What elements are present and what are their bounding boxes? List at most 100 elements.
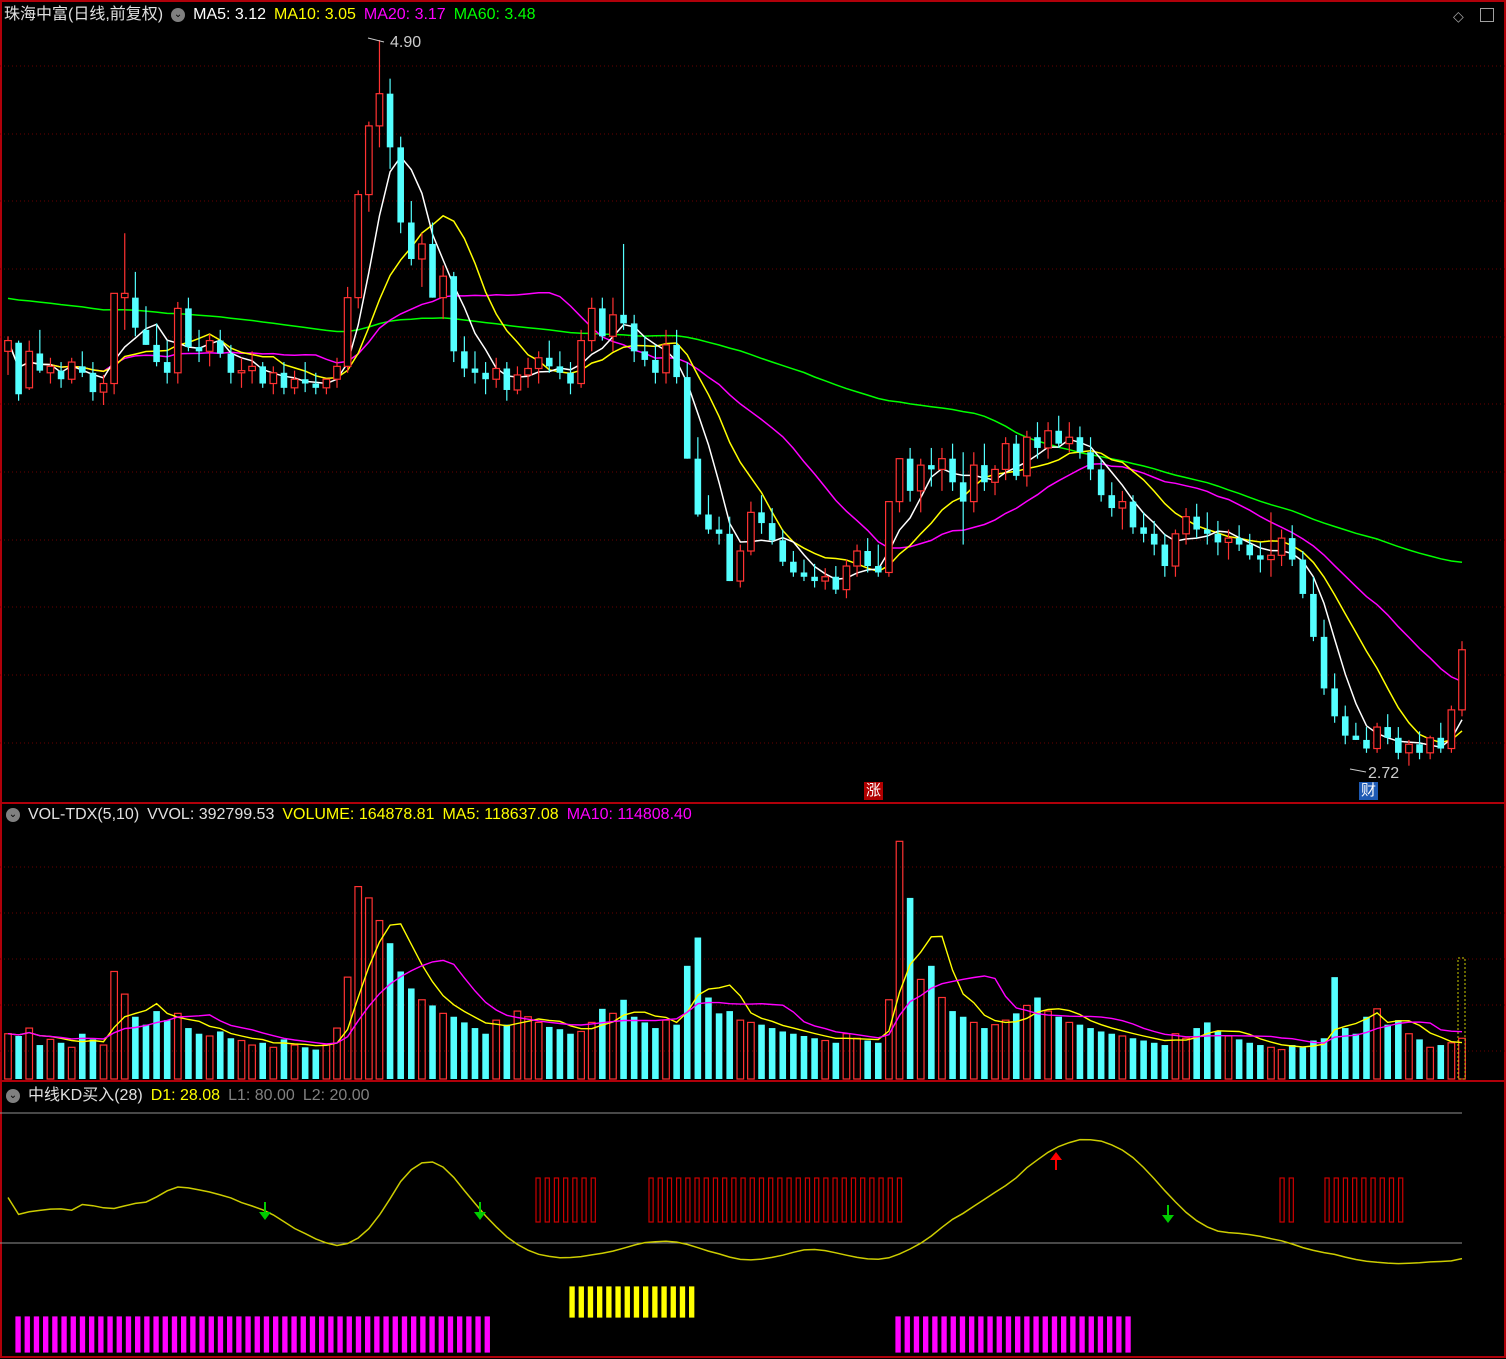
signal-bar-magenta [79, 1316, 86, 1353]
candle-body [461, 351, 468, 369]
signal-bar-magenta [300, 1316, 306, 1353]
volume-bar [333, 1027, 341, 1080]
candle [163, 340, 171, 384]
signal-bar-magenta [1097, 1316, 1104, 1353]
candle-body [895, 458, 904, 503]
candle-body [991, 468, 999, 483]
candle-body [1182, 516, 1190, 535]
candle-body [1341, 716, 1349, 736]
zhang-tag[interactable]: 涨 [864, 782, 884, 800]
signal-bar-red [562, 1177, 569, 1223]
candle-body [630, 323, 638, 352]
volume-bar [832, 1042, 840, 1079]
signal-bar-magenta [98, 1316, 104, 1353]
maximize-icon[interactable] [1480, 8, 1494, 22]
candle [1118, 490, 1127, 530]
signal-bar-red [731, 1177, 737, 1223]
signal-bar-magenta [904, 1316, 910, 1353]
candle [1310, 576, 1317, 642]
candle [1161, 533, 1169, 577]
signal-bar-red [1351, 1177, 1358, 1223]
signal-bar-red [1324, 1177, 1330, 1223]
candle-body [1108, 495, 1116, 509]
signal-bar-yellow [633, 1286, 640, 1318]
candle [758, 495, 765, 534]
volume-bar [652, 1028, 659, 1079]
volume-bar [269, 1046, 278, 1080]
candle [1341, 705, 1349, 745]
candle [790, 551, 797, 577]
candle-body [269, 372, 278, 385]
volume-bar [906, 897, 914, 1079]
candle-body [1331, 688, 1338, 717]
candle-body [153, 344, 160, 363]
candle [885, 501, 893, 577]
volume-bar [545, 1026, 553, 1079]
signal-bar-magenta [950, 1316, 956, 1353]
candle-body [577, 339, 585, 385]
candle-body [1299, 559, 1307, 594]
volume-bar [290, 1044, 299, 1080]
candle [832, 566, 840, 594]
candle-body [949, 458, 956, 483]
signal-bar-magenta [1116, 1316, 1122, 1353]
signal-bar-magenta [245, 1316, 251, 1353]
candle-body [705, 514, 712, 530]
candle-body [1395, 737, 1402, 753]
volume-bar [142, 1024, 150, 1079]
ma60-line [7, 297, 1463, 563]
cai-tag[interactable]: 财 [1359, 782, 1379, 800]
diamond-icon[interactable]: ◇ [1453, 8, 1464, 25]
signal-bar-magenta [319, 1316, 325, 1353]
volume-bar [705, 997, 712, 1079]
candle [938, 447, 946, 491]
candle-body [471, 368, 479, 373]
candle [1214, 520, 1222, 556]
candle-body [36, 353, 44, 371]
volume-bar [418, 999, 426, 1080]
signal-bar-red [896, 1177, 903, 1223]
price-grid [0, 65, 1506, 744]
signal-bar-red [535, 1177, 541, 1223]
volume-bar [1352, 1033, 1360, 1079]
signal-bar-red [823, 1177, 829, 1223]
signal-bar-magenta [466, 1316, 472, 1353]
candle-body [1405, 743, 1413, 754]
candle-body [1034, 437, 1041, 448]
signal-bar-red [859, 1177, 866, 1223]
volume-bar [205, 1035, 214, 1080]
volume-bar [1426, 1046, 1435, 1080]
candle-body [259, 366, 267, 384]
candle-body [800, 572, 808, 577]
signal-bar-red [581, 1177, 587, 1223]
signal-bar-magenta [1060, 1316, 1067, 1353]
arrow-up-icon [1050, 1152, 1062, 1170]
volume-bar [981, 1028, 988, 1079]
candle-body [1118, 501, 1127, 509]
signal-bar-red [740, 1177, 746, 1223]
signal-bar-magenta [254, 1316, 260, 1353]
signal-bar-magenta [282, 1316, 288, 1353]
signal-bar-magenta [1014, 1316, 1021, 1353]
volume-bar [673, 1024, 680, 1079]
candle [556, 351, 564, 380]
candle [895, 458, 904, 513]
signal-bar-magenta [52, 1316, 58, 1353]
candle [89, 362, 97, 401]
chevron-down-icon[interactable]: ⌄ [171, 8, 186, 22]
candle-body [408, 222, 415, 259]
chevron-down-icon[interactable]: ⌄ [6, 808, 20, 822]
candle-body [694, 458, 702, 515]
volume-bar [1331, 977, 1338, 1079]
candle-body [1426, 737, 1435, 754]
candle [343, 286, 352, 373]
signal-bar-yellow [661, 1286, 667, 1318]
candle-body [1437, 737, 1445, 749]
candle-body [280, 372, 288, 388]
candle-body [301, 379, 309, 384]
volume-bar [439, 1012, 448, 1080]
candle [301, 362, 309, 393]
candle [981, 443, 988, 491]
chevron-down-icon[interactable]: ⌄ [6, 1089, 20, 1103]
candle-body [142, 329, 150, 345]
